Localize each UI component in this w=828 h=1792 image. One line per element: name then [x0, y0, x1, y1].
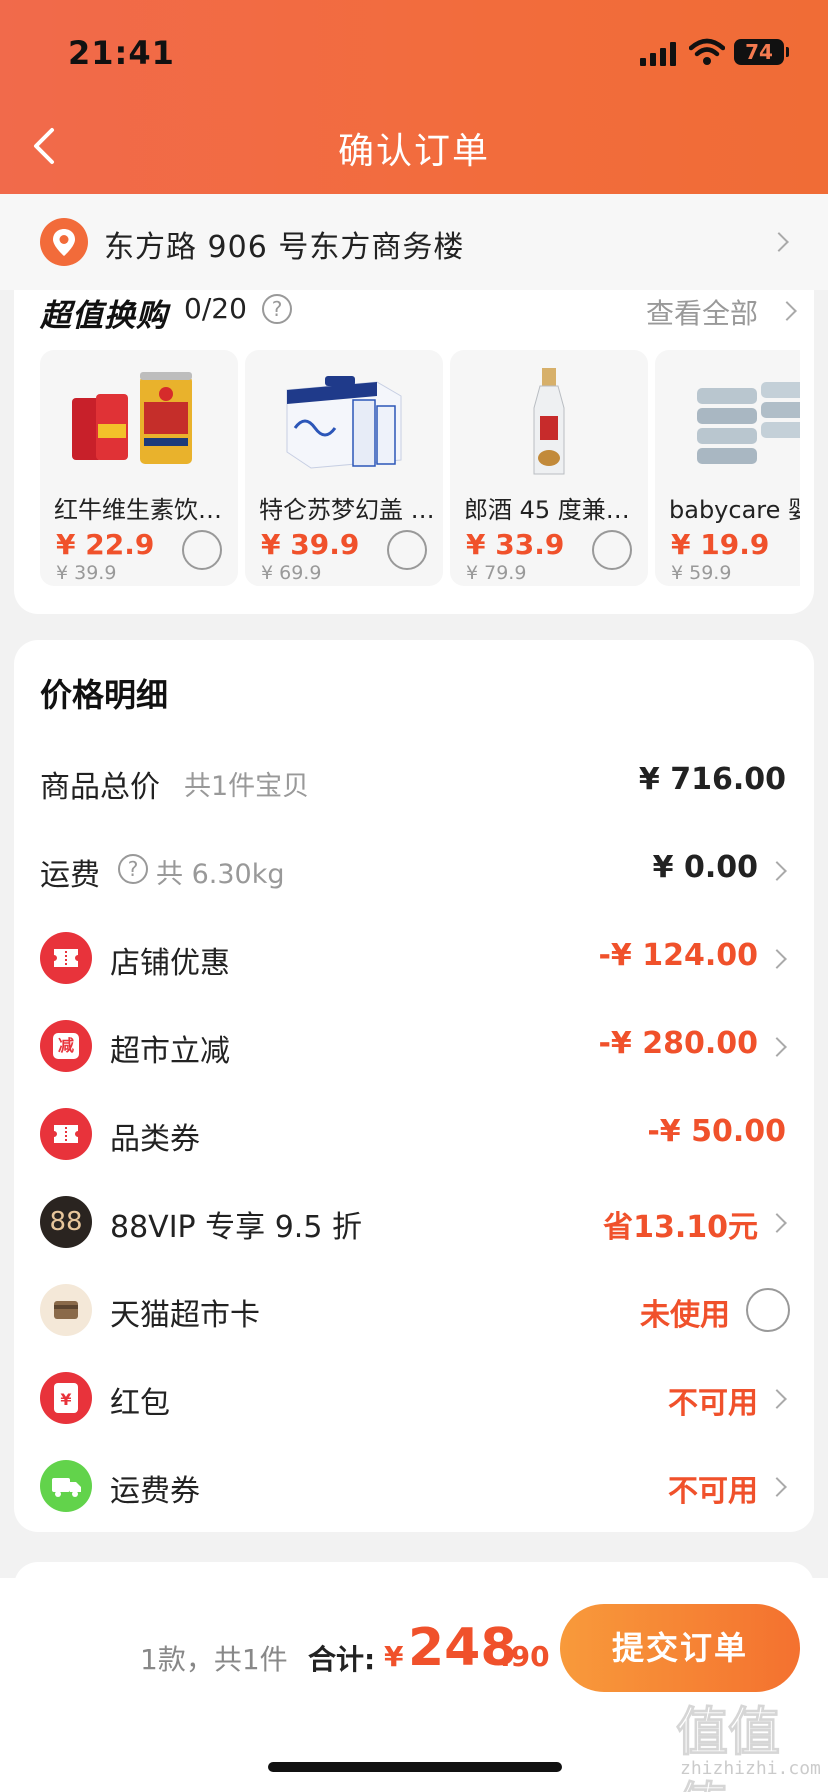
product-price: ¥ 22.9 — [56, 528, 155, 561]
chevron-right-icon — [769, 232, 789, 252]
row-value: ¥ 0.00 — [652, 850, 758, 885]
coupon-icon — [40, 1108, 92, 1160]
product-original-price: ¥ 79.9 — [466, 562, 527, 584]
view-all-link[interactable]: 查看全部 — [646, 292, 758, 332]
product-card[interactable]: 郎酒 45 度兼… ¥ 33.9 ¥ 79.9 — [450, 350, 648, 586]
row-tmall-card[interactable]: 天猫超市卡 未使用 — [14, 1266, 814, 1354]
red-packet-icon-label: ¥ — [54, 1383, 78, 1413]
chevron-right-icon — [767, 861, 787, 881]
item-count: 1款，共1件 — [140, 1643, 288, 1676]
row-label: 运费 — [40, 858, 100, 893]
page-title: 确认订单 — [337, 131, 490, 172]
product-carousel[interactable]: 红牛维生素饮… ¥ 22.9 ¥ 39.9 特仑苏梦幻盖 … ¥ 39.9 ¥ … — [40, 350, 800, 586]
product-original-price: ¥ 59.9 — [671, 562, 732, 584]
row-label: 店铺优惠 — [110, 946, 230, 981]
row-value: -¥ 50.00 — [647, 1114, 786, 1149]
chevron-right-icon[interactable] — [777, 301, 797, 321]
row-value: -¥ 124.00 — [598, 938, 758, 973]
watermark-logo: 值值值 zhizhizhi.com — [676, 1690, 826, 1792]
home-indicator[interactable] — [268, 1762, 562, 1772]
product-card[interactable]: 红牛维生素饮… ¥ 22.9 ¥ 39.9 — [40, 350, 238, 586]
chevron-right-icon — [767, 1037, 787, 1057]
select-radio[interactable] — [387, 530, 427, 570]
submit-order-button[interactable]: 提交订单 — [560, 1604, 800, 1692]
swap-count: 0/20 — [184, 292, 247, 325]
row-store-discount[interactable]: 店铺优惠 -¥ 124.00 — [14, 914, 814, 1002]
row-label: 88VIP 专享 9.5 折 — [110, 1210, 362, 1245]
battery-icon: 74 — [734, 39, 789, 65]
red-packet-icon: ¥ — [40, 1372, 92, 1424]
product-price: ¥ 19.9 — [671, 528, 770, 561]
product-name: babycare 婴 — [669, 496, 800, 524]
row-label: 商品总价 — [40, 770, 160, 805]
row-sub: 共1件宝贝 — [184, 771, 310, 802]
address-bar[interactable]: 东方路 906 号东方商务楼 — [0, 194, 828, 290]
row-label: 红包 — [110, 1386, 170, 1421]
row-88vip[interactable]: 88 88VIP 专享 9.5 折 省13.10元 — [14, 1178, 814, 1266]
row-supermarket-reduction[interactable]: 减 超市立减 -¥ 280.00 — [14, 1002, 814, 1090]
product-price: ¥ 33.9 — [466, 528, 565, 561]
product-name: 红牛维生素饮… — [54, 496, 222, 524]
chevron-right-icon — [767, 1213, 787, 1233]
status-time: 21:41 — [68, 34, 175, 72]
wifi-icon — [689, 38, 725, 65]
product-card[interactable]: 特仑苏梦幻盖 … ¥ 39.9 ¥ 69.9 — [245, 350, 443, 586]
row-shipping-coupon[interactable]: 运费券 不可用 — [14, 1442, 814, 1530]
status-bar: 21:41 74 — [0, 0, 828, 100]
row-sub: 共 6.30kg — [156, 859, 285, 890]
select-radio[interactable] — [592, 530, 632, 570]
row-value: 省13.10元 — [603, 1210, 758, 1245]
row-category-coupon: 品类券 -¥ 50.00 — [14, 1090, 814, 1178]
help-icon[interactable]: ? — [262, 294, 292, 324]
row-label: 品类券 — [110, 1122, 200, 1157]
total-decimal: .90 — [500, 1640, 550, 1673]
row-red-packet[interactable]: ¥ 红包 不可用 — [14, 1354, 814, 1442]
signal-icon — [640, 42, 678, 66]
chevron-right-icon — [767, 1389, 787, 1409]
product-name: 郎酒 45 度兼… — [464, 496, 630, 524]
select-radio[interactable] — [182, 530, 222, 570]
price-detail-card: 价格明细 商品总价 共1件宝贝 ¥ 716.00 运费 ? 共 6.30kg ¥… — [14, 640, 814, 1532]
product-original-price: ¥ 39.9 — [56, 562, 117, 584]
chevron-right-icon — [767, 1477, 787, 1497]
row-label: 天猫超市卡 — [110, 1298, 260, 1333]
swap-title: 超值换购 — [40, 298, 168, 334]
truck-icon — [40, 1460, 92, 1512]
red-bull-product-image — [72, 372, 192, 464]
wipes-product-image — [697, 382, 800, 464]
total-currency: ¥ — [384, 1640, 404, 1673]
row-shipping[interactable]: 运费 ? 共 6.30kg ¥ 0.00 — [14, 826, 814, 914]
liquor-bottle-product-image — [533, 368, 565, 475]
price-detail-title: 价格明细 — [40, 676, 169, 714]
location-pin-icon — [40, 218, 88, 266]
card-icon — [40, 1284, 92, 1336]
product-price: ¥ 39.9 — [261, 528, 360, 561]
coupon-icon — [40, 932, 92, 984]
row-value: ¥ 716.00 — [638, 762, 786, 797]
header: 21:41 74 确认订单 — [0, 0, 828, 194]
help-icon[interactable]: ? — [118, 854, 148, 884]
reduce-icon: 减 — [40, 1020, 92, 1072]
swap-card: 超值换购 0/20 ? 查看全部 红牛维生素饮… ¥ 22.9 ¥ 39.9 特… — [14, 290, 814, 614]
chevron-right-icon — [767, 949, 787, 969]
reduce-icon-label: 减 — [53, 1033, 79, 1059]
row-subtotal: 商品总价 共1件宝贝 ¥ 716.00 — [14, 738, 814, 826]
vip-88-icon: 88 — [40, 1196, 92, 1248]
row-label: 运费券 — [110, 1474, 200, 1509]
address-text: 东方路 906 号东方商务楼 — [104, 230, 465, 265]
row-value: 不可用 — [668, 1474, 758, 1509]
product-card[interactable]: babycare 婴 ¥ 19.9 ¥ 59.9 — [655, 350, 800, 586]
row-label: 超市立减 — [110, 1034, 230, 1069]
row-value: 不可用 — [668, 1386, 758, 1421]
row-value: 未使用 — [640, 1298, 730, 1333]
milk-box-product-image — [286, 376, 402, 469]
row-value: -¥ 280.00 — [598, 1026, 758, 1061]
product-name: 特仑苏梦幻盖 … — [259, 496, 435, 524]
product-original-price: ¥ 69.9 — [261, 562, 322, 584]
total-label: 合计: — [308, 1643, 376, 1676]
use-card-radio[interactable] — [746, 1288, 790, 1332]
watermark-url: zhizhizhi.com — [680, 1758, 821, 1779]
